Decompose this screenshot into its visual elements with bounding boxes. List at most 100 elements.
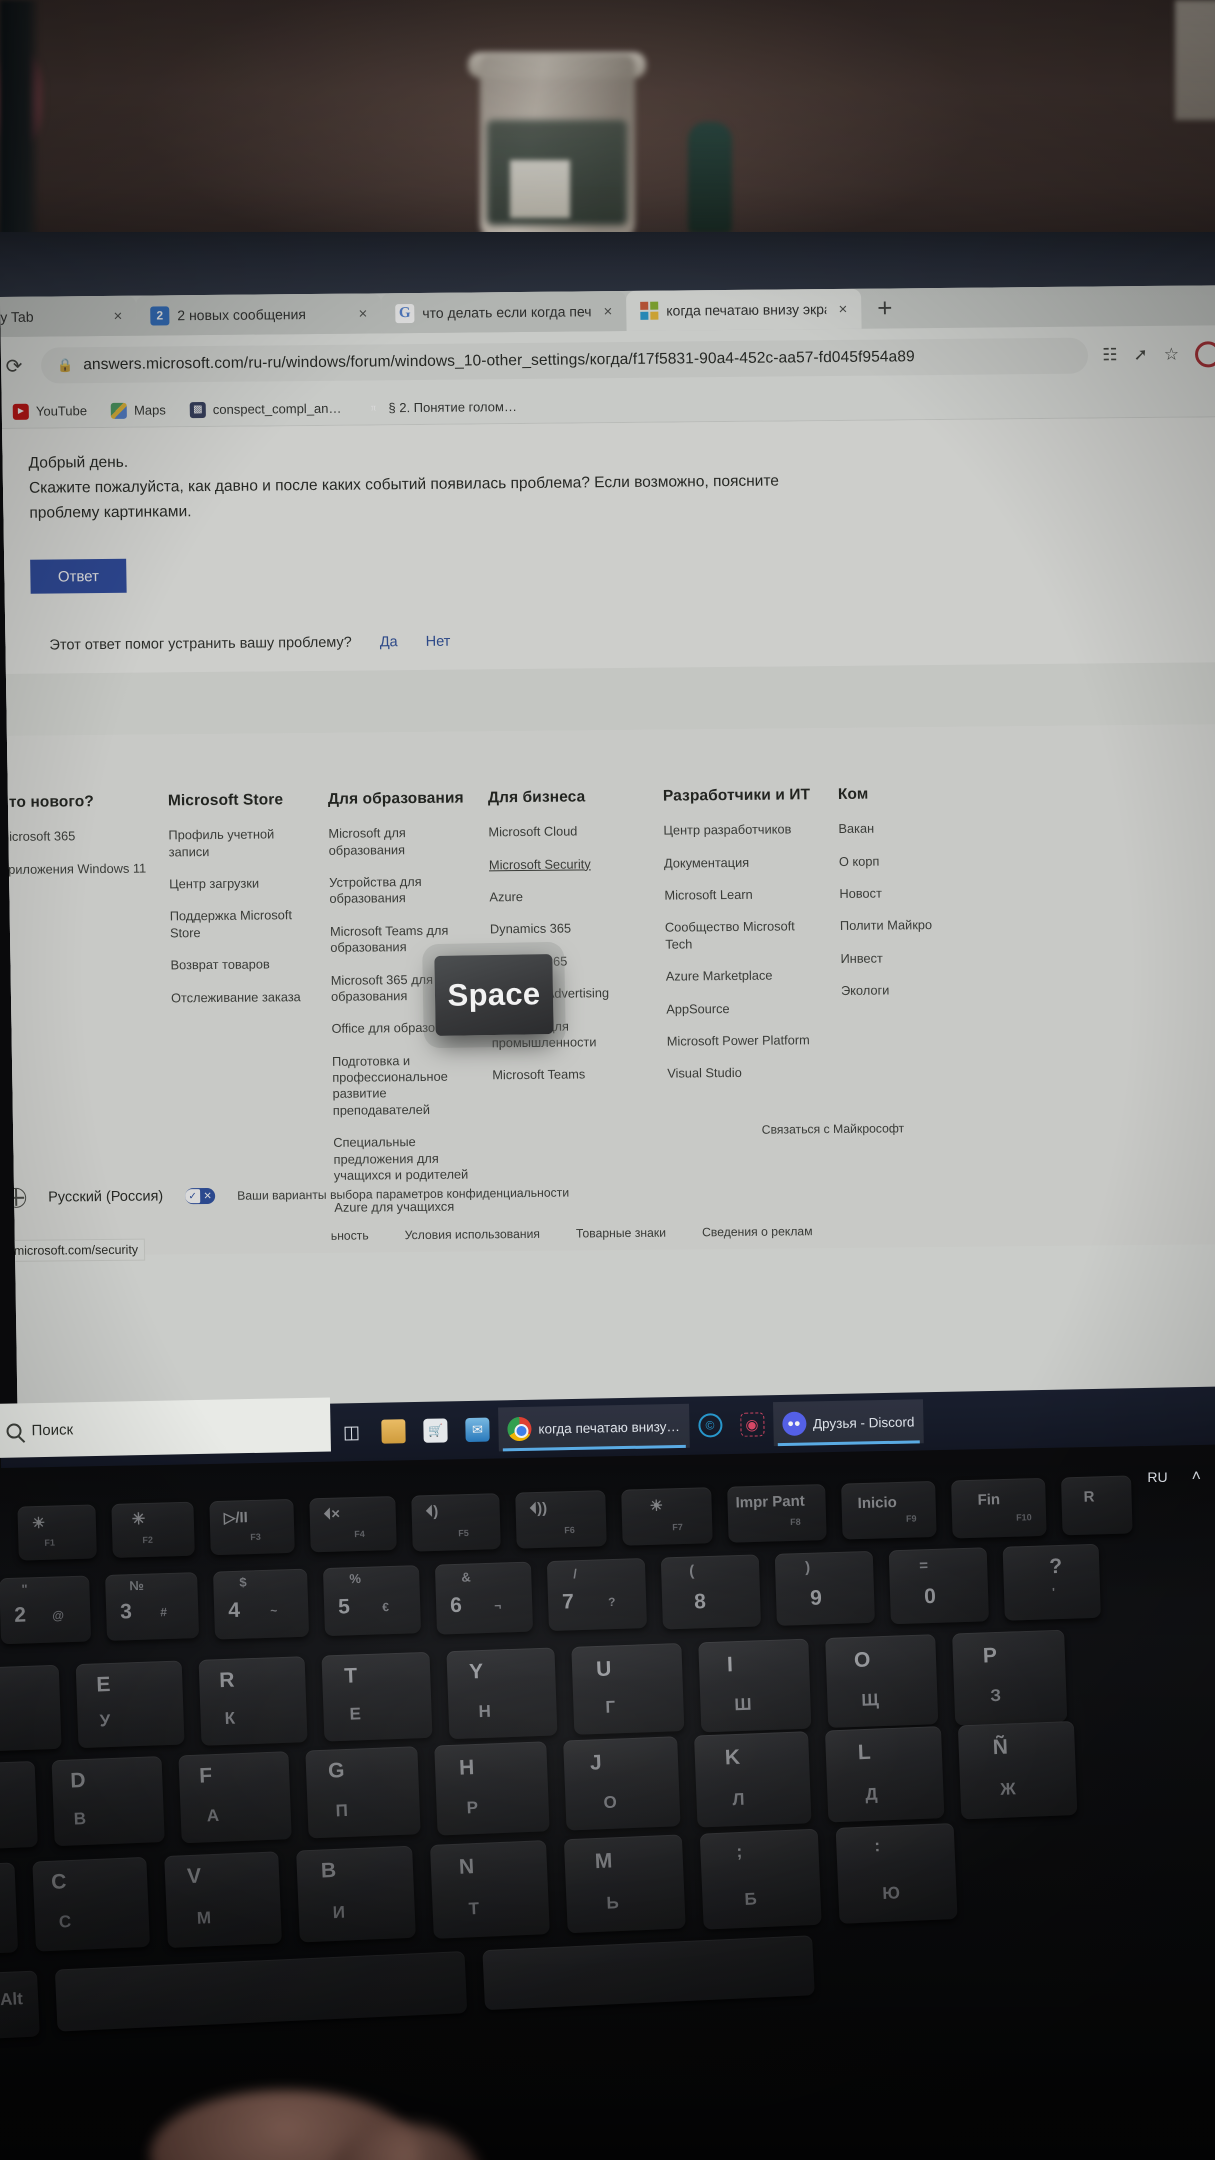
taskbar-item-store[interactable]: 🛒 — [414, 1408, 457, 1453]
footer-link[interactable]: Dynamics 365 — [490, 920, 647, 938]
key-o[interactable]: O Щ — [825, 1634, 939, 1728]
key-f5[interactable]: ⏴) F5 — [411, 1493, 501, 1552]
key-k[interactable]: K Л — [694, 1731, 812, 1828]
footer-link[interactable]: О корп — [839, 853, 951, 870]
key-space-row-left[interactable] — [54, 1951, 468, 2032]
space-key-overlay[interactable]: Space — [434, 953, 554, 1037]
taskbar-item-file-explorer[interactable] — [372, 1409, 415, 1454]
legal-link-ads[interactable]: Сведения о реклам — [702, 1225, 813, 1240]
key-e[interactable]: E У — [75, 1660, 185, 1749]
opera-icon[interactable] — [1194, 341, 1215, 368]
key-y[interactable]: Y Н — [446, 1647, 558, 1740]
key-space-row-right[interactable] — [482, 1935, 815, 2011]
key-apostrophe[interactable]: ? ' — [1002, 1543, 1101, 1621]
taskbar-item-copyright[interactable]: © — [689, 1403, 732, 1448]
footer-link[interactable]: Microsoft Power Platform — [667, 1032, 824, 1050]
taskbar-item-task-view[interactable]: ◫ — [330, 1410, 373, 1455]
key-home[interactable]: Inicio F9 — [841, 1480, 937, 1540]
footer-link[interactable]: Подготовка и профессиональное развитие п… — [332, 1052, 475, 1119]
bookmark-maps[interactable]: Maps — [103, 402, 174, 419]
footer-link[interactable]: Microsoft для образования — [328, 825, 471, 859]
key-u[interactable]: U Г — [571, 1643, 685, 1735]
key-s[interactable]: S Ы — [0, 1760, 38, 1852]
footer-link[interactable]: AppSource — [666, 1000, 823, 1018]
legal-link-trademarks[interactable]: Товарные знаки — [576, 1226, 666, 1241]
key-l[interactable]: L Д — [824, 1726, 945, 1823]
taskbar-item-discord[interactable]: ●● Друзья - Discord — [772, 1399, 924, 1447]
footer-link[interactable]: Отслеживание заказа — [171, 989, 313, 1007]
key-d[interactable]: D В — [51, 1756, 165, 1847]
footer-link[interactable]: Экологи — [841, 982, 953, 999]
footer-link[interactable]: Azure Marketplace — [666, 967, 823, 985]
key-f3[interactable]: ▷/II F3 — [209, 1498, 295, 1556]
footer-link[interactable]: Сообщество Microsoft Tech — [665, 919, 823, 953]
key-5[interactable]: 5 € % — [322, 1565, 422, 1637]
key-m[interactable]: M Ь — [563, 1834, 686, 1934]
key-c[interactable]: C С — [32, 1856, 151, 1952]
footer-link[interactable]: Приложения Windows 11 — [0, 860, 151, 878]
footer-link[interactable]: Центр загрузки — [169, 875, 311, 893]
footer-link[interactable]: Профиль учетной записи — [168, 826, 311, 860]
key-enye[interactable]: Ñ Ж — [957, 1721, 1078, 1820]
browser-tab-3[interactable]: G что делать если когда печатае × — [380, 290, 627, 334]
legal-link-terms[interactable]: Условия использования — [405, 1227, 540, 1242]
footer-link[interactable]: Новост — [839, 885, 951, 902]
footer-link[interactable]: Microsoft Teams для образования — [330, 922, 473, 956]
key-i[interactable]: I Ш — [698, 1638, 812, 1733]
footer-link[interactable]: Инвест — [840, 950, 952, 967]
answer-button[interactable]: Ответ — [30, 559, 127, 595]
bookmark-youtube[interactable]: ► YouTube — [5, 403, 95, 420]
footer-link[interactable]: Microsoft Teams — [492, 1066, 649, 1084]
key-alt[interactable]: Alt — [0, 1970, 40, 2041]
key-t[interactable]: T Е — [321, 1651, 433, 1742]
address-bar[interactable]: 🔒 answers.microsoft.com/ru-ru/windows/fo… — [40, 337, 1089, 384]
key-end[interactable]: Fin F10 — [951, 1477, 1047, 1539]
browser-tab-1[interactable]: y Tab × — [0, 295, 137, 338]
key-6[interactable]: 6 ¬ & — [434, 1561, 534, 1635]
taskbar-search[interactable]: Поиск — [0, 1397, 331, 1458]
key-f[interactable]: F А — [178, 1751, 292, 1844]
legal-link-privacy[interactable]: ьность — [331, 1229, 369, 1243]
key-2[interactable]: 2 @ " — [0, 1575, 92, 1645]
footer-link[interactable]: Возврат товаров — [170, 956, 312, 974]
footer-link[interactable]: Microsoft Learn — [664, 886, 821, 904]
key-7[interactable]: 7 ? / — [546, 1558, 647, 1632]
key-f6[interactable]: ⏴)) F6 — [515, 1490, 607, 1549]
privacy-choices-icon[interactable]: ✓ ✕ — [185, 1188, 216, 1205]
feedback-no-link[interactable]: Нет — [426, 634, 451, 650]
taskbar-item-chrome[interactable]: когда печатаю внизу… — [498, 1403, 690, 1452]
key-3[interactable]: 3 # № — [105, 1572, 200, 1641]
key-colon[interactable]: : Ю — [835, 1823, 958, 1924]
tab-close-icon[interactable]: × — [354, 305, 371, 322]
footer-link[interactable]: Вакан — [838, 820, 950, 837]
reload-icon[interactable]: ⟳ — [1, 353, 27, 378]
key-9[interactable]: 9 ) — [774, 1550, 875, 1626]
footer-link[interactable]: Специальные предложения для учащихся и р… — [333, 1134, 476, 1184]
bookmark-paragraph[interactable]: π § 2. Понятие голом… — [357, 398, 525, 416]
key-v[interactable]: V М — [164, 1851, 282, 1949]
footer-link[interactable]: Центр разработчиков — [663, 821, 820, 839]
key-f2[interactable]: ✳ F2 — [111, 1501, 195, 1558]
footer-link[interactable]: Поддержка Microsoft Store — [170, 907, 313, 941]
contact-microsoft-link[interactable]: Связаться с Майкрософт — [762, 1122, 905, 1137]
key-h[interactable]: H Р — [434, 1741, 550, 1836]
key-w[interactable]: W Ц — [0, 1664, 62, 1753]
key-r[interactable]: R К — [198, 1656, 308, 1746]
language-selector[interactable]: Русский (Россия) — [48, 1189, 163, 1206]
new-tab-button[interactable]: + — [877, 292, 893, 323]
browser-tab-2[interactable]: 2 2 новых сообщения × — [135, 293, 382, 336]
key-f4[interactable]: ⏴× F4 — [309, 1496, 397, 1553]
bookmark-star-icon[interactable]: ☆ — [1164, 345, 1180, 365]
key-semicolon[interactable]: ; Б — [699, 1828, 822, 1930]
footer-link-hovered[interactable]: Microsoft Security — [489, 856, 646, 874]
taskbar-item-recorder[interactable]: ◉ — [731, 1402, 774, 1447]
footer-link[interactable]: Azure — [489, 888, 646, 906]
translate-icon[interactable]: ☷ — [1102, 345, 1118, 365]
key-n[interactable]: N Т — [429, 1840, 550, 1939]
footer-link[interactable]: Microsoft 365 — [0, 828, 151, 846]
share-icon[interactable]: ➚ — [1133, 345, 1148, 365]
privacy-choices-label[interactable]: Ваши варианты выбора параметров конфиден… — [237, 1186, 569, 1203]
feedback-yes-link[interactable]: Да — [380, 635, 398, 651]
tab-close-icon[interactable]: × — [109, 307, 126, 324]
key-g[interactable]: G П — [305, 1746, 421, 1839]
